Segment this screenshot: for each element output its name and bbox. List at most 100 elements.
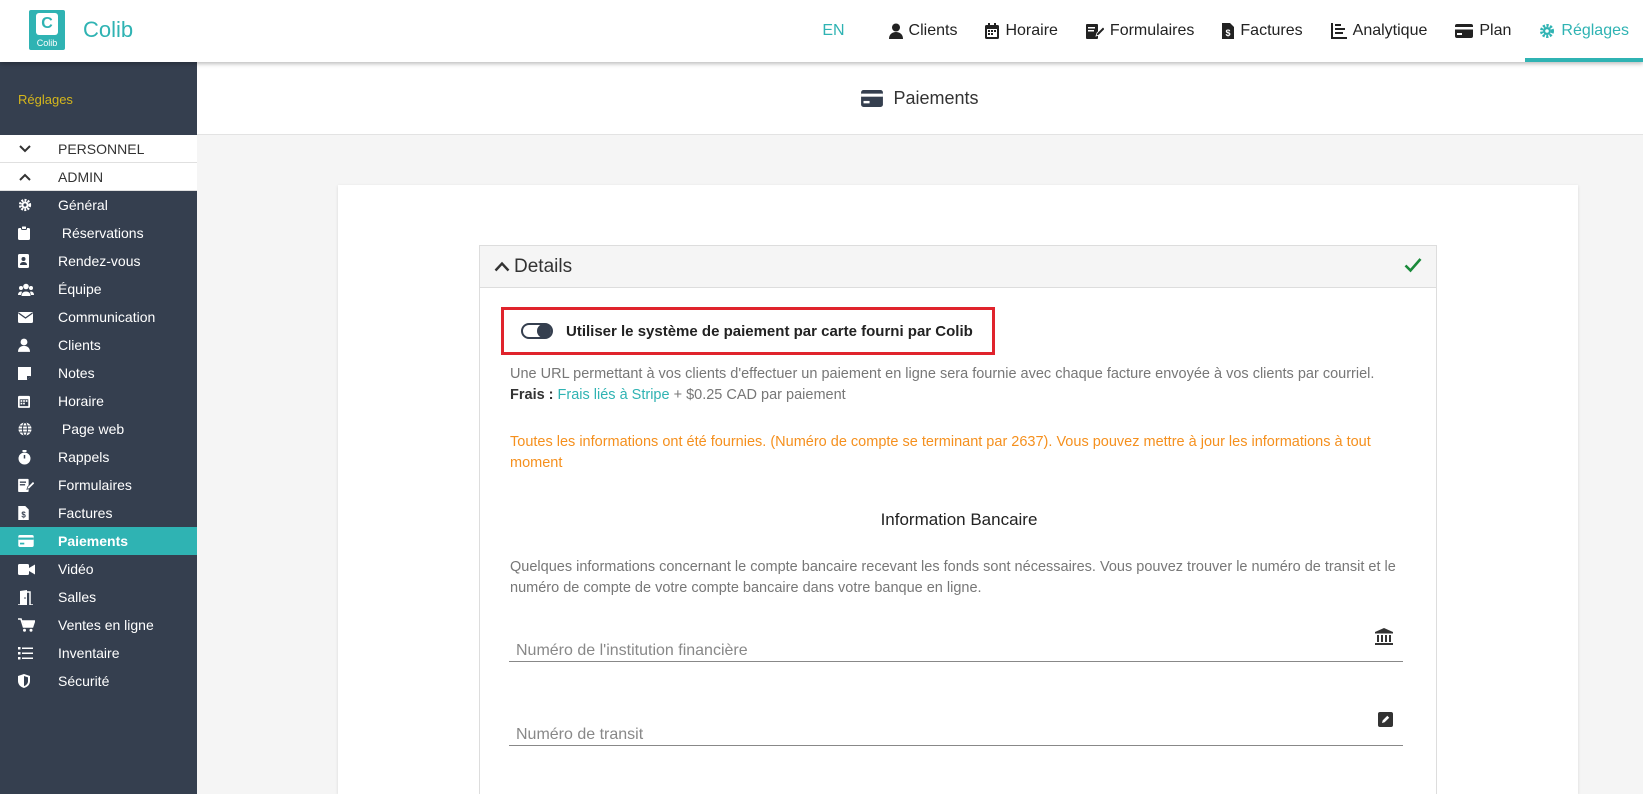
sidebar-item-label: Communication (58, 309, 156, 325)
cart-icon (0, 618, 58, 632)
edit-icon (1378, 712, 1393, 727)
details-panel-title: Details (514, 255, 573, 277)
sidebar-item-clients[interactable]: Clients (0, 331, 197, 359)
bank-icon (1375, 628, 1393, 645)
svg-text:$: $ (1226, 28, 1231, 38)
nav-horaire-label: Horaire (1005, 22, 1058, 39)
fees-line: Frais : Frais liés à Stripe + $0.25 CAD … (510, 385, 1410, 406)
sidebar-item-ventes-en-ligne[interactable]: Ventes en ligne (0, 611, 197, 639)
sidebar-item-factures[interactable]: $ Factures (0, 499, 197, 527)
door-icon (0, 589, 58, 605)
sidebar-item-salles[interactable]: Salles (0, 583, 197, 611)
nav-plan[interactable]: Plan (1441, 0, 1525, 62)
account-status-notice: Toutes les informations ont été fournies… (510, 434, 1371, 471)
invoice-icon: $ (1222, 23, 1235, 39)
sidebar-item-rappels[interactable]: Rappels (0, 443, 197, 471)
sidebar-group-label: ADMIN (58, 168, 104, 185)
sidebar-item-general[interactable]: Général (0, 191, 197, 219)
fees-label: Frais : (510, 387, 554, 403)
nav-factures-label: Factures (1240, 22, 1303, 39)
calendar-icon (0, 394, 58, 408)
form-edit-icon (0, 478, 58, 492)
sidebar-header: Réglages (18, 92, 73, 107)
envelope-icon (0, 311, 58, 323)
sidebar-item-label: Sécurité (58, 673, 110, 689)
brand-name: Colib (83, 17, 134, 42)
nav-formulaires[interactable]: Formulaires (1072, 0, 1208, 62)
note-icon (0, 366, 58, 380)
sidebar-item-communication[interactable]: Communication (0, 303, 197, 331)
main-menu: EN Clients Horaire Formulaires $ Facture… (822, 0, 1643, 62)
sidebar-item-label: Général (58, 197, 108, 213)
payment-toggle-label: Utiliser le système de paiement par cart… (566, 322, 973, 340)
institution-number-field[interactable]: Numéro de l'institution financière (509, 624, 1403, 662)
sidebar-item-notes[interactable]: Notes (0, 359, 197, 387)
transit-number-field[interactable]: Numéro de transit (509, 708, 1403, 746)
top-navbar: C Colib Colib EN Clients Horaire Formula… (0, 0, 1643, 62)
nav-clients[interactable]: Clients (875, 0, 972, 62)
gear-icon (1539, 23, 1555, 39)
sidebar-item-reservations[interactable]: Réservations (0, 219, 197, 247)
stopwatch-icon (0, 449, 58, 465)
payment-url-info: Une URL permettant à vos clients d'effec… (510, 366, 1375, 382)
page-header: Paiements (197, 62, 1643, 135)
logo-text: Colib (36, 38, 58, 48)
sidebar-item-securite[interactable]: Sécurité (0, 667, 197, 695)
nav-reglages[interactable]: Réglages (1525, 0, 1643, 62)
nav-analytique[interactable]: Analytique (1317, 0, 1442, 62)
details-panel-header[interactable]: Details (480, 246, 1436, 288)
brand[interactable]: C Colib Colib (29, 10, 133, 50)
nav-factures[interactable]: $ Factures (1208, 0, 1316, 62)
gear-icon (0, 198, 58, 212)
sidebar-item-label: Rendez-vous (58, 253, 141, 269)
sidebar-group-label: PERSONNEL (58, 140, 145, 157)
user-icon (0, 338, 58, 352)
sidebar-item-label: Clients (58, 337, 101, 353)
sidebar-item-inventaire[interactable]: Inventaire (0, 639, 197, 667)
sidebar-group-admin[interactable]: ADMIN (0, 163, 197, 191)
fees-rest: + $0.25 CAD par paiement (669, 387, 846, 403)
sidebar-item-video[interactable]: Vidéo (0, 555, 197, 583)
sidebar-item-page-web[interactable]: Page web (0, 415, 197, 443)
sidebar-item-paiements[interactable]: Paiements (0, 527, 197, 555)
clipboard-icon (0, 226, 58, 240)
nav-horaire[interactable]: Horaire (971, 0, 1071, 62)
sidebar-item-formulaires[interactable]: Formulaires (0, 471, 197, 499)
credit-card-icon (1455, 24, 1474, 38)
payment-toggle-switch[interactable] (521, 323, 553, 339)
chevron-up-icon (0, 173, 58, 181)
invoice-icon: $ (0, 506, 58, 520)
sidebar-item-horaire[interactable]: Horaire (0, 387, 197, 415)
nav-reglages-label: Réglages (1561, 22, 1629, 39)
transit-number-label: Numéro de transit (516, 726, 644, 743)
sidebar-item-label: Paiements (58, 533, 129, 549)
nav-clients-label: Clients (908, 22, 958, 39)
sidebar-item-label: Ventes en ligne (58, 617, 154, 633)
sidebar-item-rendez-vous[interactable]: Rendez-vous (0, 247, 197, 275)
calendar-icon (985, 23, 1000, 39)
sidebar-item-equipe[interactable]: Équipe (0, 275, 197, 303)
nav-plan-label: Plan (1479, 22, 1512, 39)
content-card: Details Utiliser le système de paiement … (338, 185, 1578, 794)
user-icon (888, 23, 903, 39)
credit-card-icon (0, 535, 58, 547)
checkmark-icon (1404, 257, 1422, 279)
chevron-up-icon (494, 261, 510, 272)
list-icon (0, 646, 58, 660)
stripe-fees-link[interactable]: Frais liés à Stripe (558, 387, 670, 403)
sidebar-item-label: Inventaire (58, 645, 120, 661)
sidebar-item-label: Formulaires (58, 477, 132, 493)
chart-icon (1330, 23, 1347, 39)
sidebar-item-label: Rappels (58, 449, 110, 465)
sidebar-group-personnel[interactable]: PERSONNEL (0, 135, 197, 163)
credit-card-icon (861, 89, 884, 107)
language-switch[interactable]: EN (822, 22, 844, 40)
page-title: Paiements (893, 87, 979, 108)
sidebar-item-label: Vidéo (58, 561, 94, 577)
bank-section-description: Quelques informations concernant le comp… (510, 559, 1396, 596)
contact-book-icon (0, 254, 58, 268)
sidebar-item-label: Factures (58, 505, 113, 521)
payment-description: Une URL permettant à vos clients d'effec… (510, 364, 1410, 406)
sidebar-item-label: Notes (58, 365, 95, 381)
settings-sidebar: Réglages PERSONNEL ADMIN Général Réserva… (0, 62, 197, 794)
